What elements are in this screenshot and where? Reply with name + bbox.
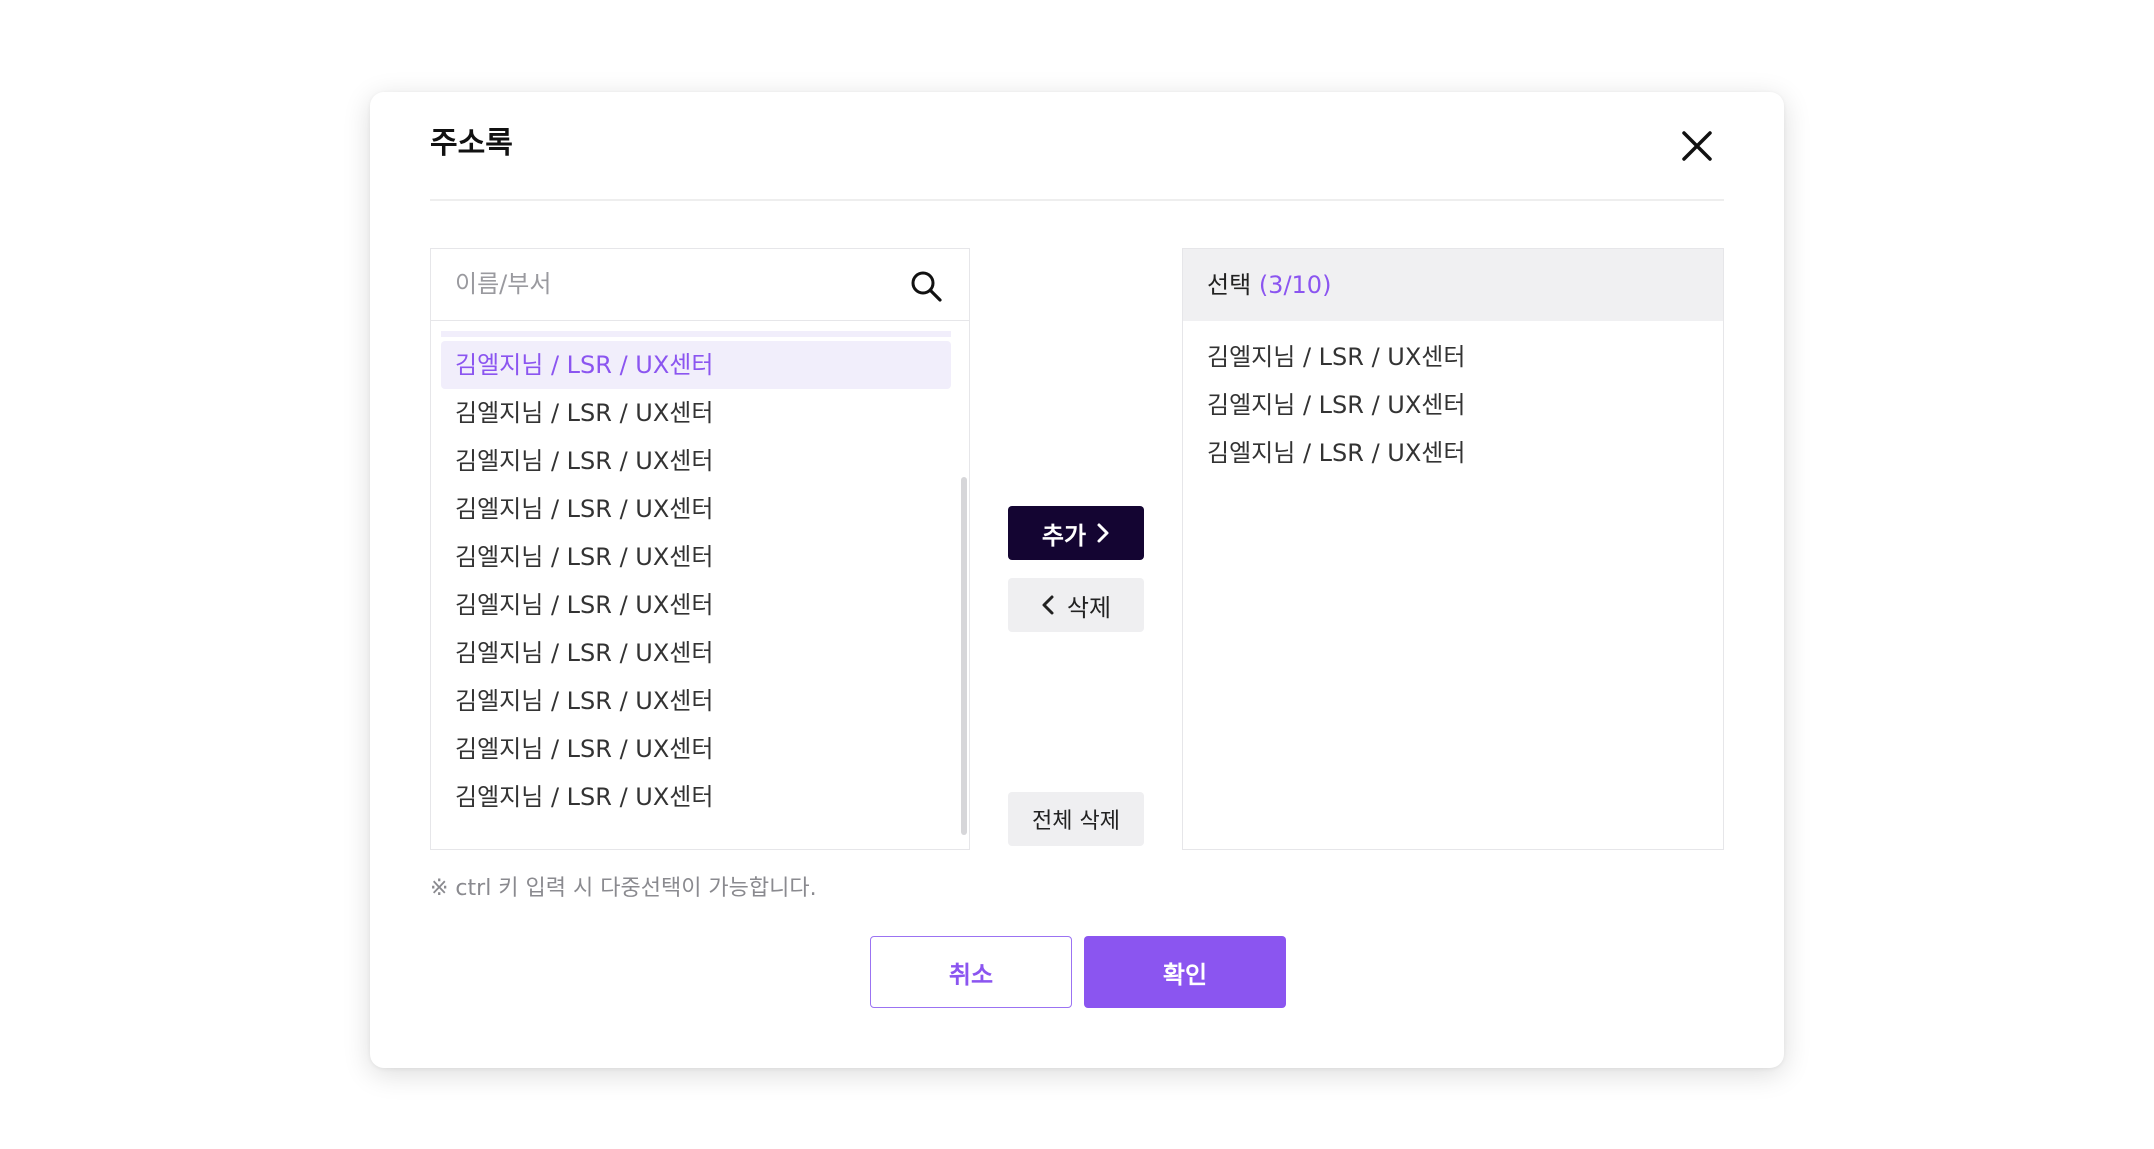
search-input[interactable] xyxy=(431,249,919,319)
confirm-button[interactable]: 확인 xyxy=(1084,936,1286,1008)
selected-item[interactable]: 김엘지님 / LSR / UX센터 xyxy=(1207,333,1465,381)
close-button[interactable] xyxy=(1677,126,1717,166)
list-item[interactable]: 김엘지님 / LSR / UX센터 xyxy=(441,533,951,581)
list-item[interactable]: 김엘지님 / LSR / UX센터 xyxy=(441,437,951,485)
add-button-label: 추가 xyxy=(1041,521,1087,550)
cancel-button[interactable]: 취소 xyxy=(870,936,1072,1008)
selection-header-label: 선택 xyxy=(1207,271,1252,299)
list-item[interactable]: 김엘지님 / LSR / UX센터 xyxy=(441,341,951,389)
search-icon[interactable] xyxy=(909,269,943,303)
remove-button[interactable]: 삭제 xyxy=(1008,578,1144,632)
list-item[interactable]: 김엘지님 / LSR / UX센터 xyxy=(441,677,951,725)
multi-select-hint: ※ ctrl 키 입력 시 다중선택이 가능합니다. xyxy=(430,876,817,901)
selected-item[interactable]: 김엘지님 / LSR / UX센터 xyxy=(1207,429,1465,477)
chevron-right-icon xyxy=(1097,523,1109,543)
list-scrollbar[interactable] xyxy=(961,477,967,835)
list-item[interactable]: 김엘지님 / LSR / UX센터 xyxy=(441,629,951,677)
list-item[interactable]: 김엘지님 / LSR / UX센터 xyxy=(441,773,951,821)
address-list-panel: 김엘지님 / LSR / UX센터 김엘지님 / LSR / UX센터 김엘지님… xyxy=(430,248,970,850)
close-icon xyxy=(1682,131,1712,161)
selection-panel: 선택 (3/10) 김엘지님 / LSR / UX센터 김엘지님 / LSR /… xyxy=(1182,248,1724,850)
remove-all-button[interactable]: 전체 삭제 xyxy=(1008,792,1144,846)
chevron-left-icon xyxy=(1042,595,1054,615)
selection-header: 선택 (3/10) xyxy=(1183,249,1723,321)
address-list[interactable]: 김엘지님 / LSR / UX센터 김엘지님 / LSR / UX센터 김엘지님… xyxy=(431,321,969,849)
address-book-dialog: 주소록 김엘지님 / LSR / UX센터 김엘지님 / LSR / UX센터 … xyxy=(370,92,1784,1068)
dialog-title: 주소록 xyxy=(430,126,513,161)
list-item[interactable]: 김엘지님 / LSR / UX센터 xyxy=(441,485,951,533)
search-box xyxy=(431,249,969,321)
add-button[interactable]: 추가 xyxy=(1008,506,1144,560)
list-item-partial xyxy=(441,331,951,337)
selection-count: (3/10) xyxy=(1258,271,1332,299)
remove-button-label: 삭제 xyxy=(1066,593,1112,622)
title-divider xyxy=(430,199,1724,201)
list-item[interactable]: 김엘지님 / LSR / UX센터 xyxy=(441,725,951,773)
list-item[interactable]: 김엘지님 / LSR / UX센터 xyxy=(441,389,951,437)
selected-item[interactable]: 김엘지님 / LSR / UX센터 xyxy=(1207,381,1465,429)
list-item[interactable]: 김엘지님 / LSR / UX센터 xyxy=(441,581,951,629)
